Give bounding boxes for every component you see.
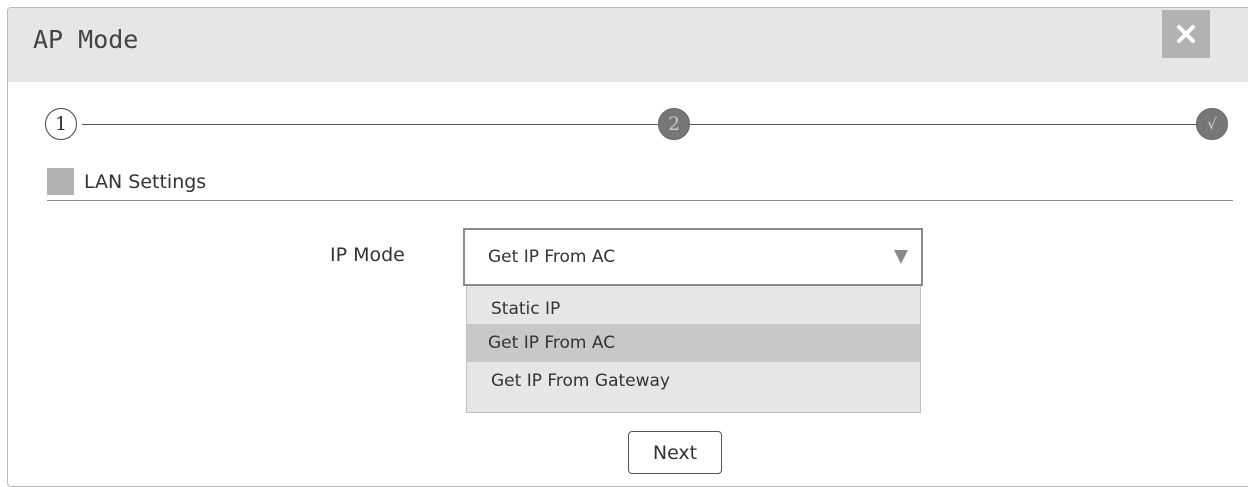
option-static-ip[interactable]: Static IP [467, 290, 920, 328]
option-get-ip-from-gateway[interactable]: Get IP From Gateway [467, 362, 920, 400]
section-marker-icon [47, 168, 74, 195]
step-1-label: 1 [54, 113, 68, 135]
step-complete-indicator: √ [1196, 108, 1228, 140]
ip-mode-label: IP Mode [330, 244, 405, 266]
step-2-label: 2 [667, 113, 681, 135]
next-button[interactable]: Next [628, 431, 722, 474]
step-2-indicator: 2 [658, 108, 690, 140]
ip-mode-selected-value: Get IP From AC [488, 247, 616, 267]
option-label: Get IP From Gateway [491, 371, 670, 391]
chevron-down-icon [894, 250, 908, 264]
step-progress-line [82, 124, 1197, 125]
section-header: LAN Settings [47, 168, 206, 195]
dialog-title: AP Mode [33, 25, 139, 54]
option-get-ip-from-ac[interactable]: Get IP From AC [467, 324, 920, 362]
option-label: Static IP [491, 299, 561, 319]
close-icon [1177, 25, 1195, 43]
option-label: Get IP From AC [488, 333, 616, 353]
ip-mode-select[interactable]: Get IP From AC [463, 228, 923, 286]
step-1-indicator: 1 [45, 108, 77, 140]
next-button-label: Next [652, 441, 698, 464]
step-complete-label: √ [1207, 115, 1217, 133]
section-title: LAN Settings [84, 170, 207, 193]
section-divider [47, 200, 1233, 201]
close-button[interactable] [1162, 10, 1210, 58]
dialog-header: AP Mode [8, 8, 1248, 82]
ip-mode-dropdown: Static IP Get IP From AC Get IP From Gat… [466, 286, 921, 413]
